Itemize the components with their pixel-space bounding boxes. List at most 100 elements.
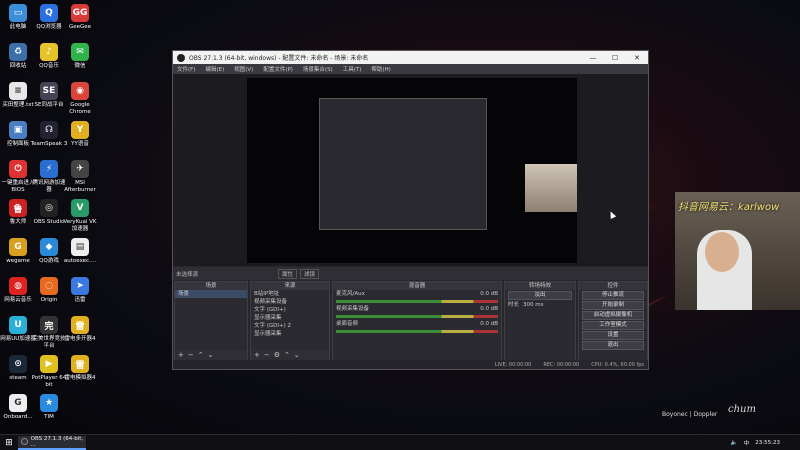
down-icon[interactable]: ⌄ (294, 351, 300, 359)
system-tray: 🔈 中 23:55:23 (731, 439, 800, 447)
desktop-icon[interactable]: ★ TIM (33, 394, 65, 421)
nested-obs-preview (319, 98, 487, 230)
maximize-button[interactable]: ☐ (604, 54, 626, 62)
virtual-camera-button[interactable]: 启动虚拟摄像机 (582, 311, 644, 320)
desktop-icon[interactable]: 完完美世界竞技平台 (32, 316, 66, 350)
obs-window[interactable]: OBS 27.1.3 (64-bit, windows) - 配置文件: 未命名… (172, 50, 649, 370)
up-icon[interactable]: ⌃ (284, 351, 290, 359)
app-icon: ◌ (40, 277, 58, 295)
app-icon: 雷 (71, 355, 89, 373)
properties-button[interactable]: 属性 (278, 268, 298, 279)
desktop-icon[interactable]: ▤ autoexec.... (64, 238, 96, 265)
desktop-icon[interactable]: GG GeeGee (64, 4, 96, 31)
desktop-icon[interactable]: Y YY语音 (64, 121, 96, 148)
menu-scene-collection[interactable]: 场景集合(S) (303, 65, 333, 73)
preview-canvas[interactable] (247, 78, 577, 263)
desktop-icon[interactable]: 雷雷电模拟器4 (64, 355, 96, 382)
desktop-icon[interactable]: ✈ MSI Afterburner (64, 160, 96, 194)
mixer-channel-name: 麦克风/Aux 0.0 dB (336, 291, 498, 297)
app-icon: ✉ (71, 43, 89, 61)
remove-source-icon[interactable]: − (264, 351, 270, 359)
taskbar-obs-item[interactable]: OBS 27.1.3 (64-bit, ... (18, 435, 86, 450)
desktop-icon-label: TIM (44, 414, 54, 420)
remove-scene-icon[interactable]: − (188, 351, 194, 359)
mixer-header: 混音器 (333, 282, 501, 290)
app-icon: ▭ (9, 4, 27, 22)
menu-tools[interactable]: 工具(T) (343, 65, 362, 73)
app-icon: GG (71, 4, 89, 22)
transition-select[interactable]: 淡出 (508, 291, 572, 300)
down-icon[interactable]: ⌄ (208, 351, 214, 359)
app-icon: ⏻ (9, 160, 27, 178)
source-item[interactable]: 文字 (GDI+) 2 (251, 322, 329, 330)
studio-mode-button[interactable]: 工作室模式 (582, 321, 644, 330)
app-icon: ♪ (40, 43, 58, 61)
scenes-header: 场景 (175, 282, 247, 290)
desktop-icon[interactable]: ✉ 微信 (64, 43, 96, 70)
up-icon[interactable]: ⌃ (198, 351, 204, 359)
clock[interactable]: 23:55:23 (755, 440, 780, 446)
settings-button[interactable]: 设置 (582, 331, 644, 340)
app-icon: ☊ (40, 121, 58, 139)
input-language[interactable]: 中 (744, 439, 750, 447)
speaker-icon[interactable]: 🔈 (731, 440, 738, 446)
app-icon: ✈ (71, 160, 89, 178)
obs-titlebar[interactable]: OBS 27.1.3 (64-bit, windows) - 配置文件: 未命名… (173, 51, 648, 64)
app-icon: V (71, 199, 89, 217)
volume-meter[interactable] (336, 330, 498, 333)
app-icon: ➤ (71, 277, 89, 295)
app-icon: ◉ (71, 82, 89, 100)
windows-start-icon[interactable]: ⊞ (0, 435, 18, 450)
transitions-dock: 转场特效 淡出 时长 300 ms (504, 281, 576, 361)
desktop-icon-label: VeryKuai VK加速器 (63, 219, 97, 232)
add-source-icon[interactable]: + (254, 351, 260, 359)
filters-button[interactable]: 滤镜 (300, 268, 320, 279)
close-button[interactable]: ✕ (626, 54, 648, 62)
app-icon: ▣ (9, 121, 27, 139)
stop-streaming-button[interactable]: 停止推流 (582, 291, 644, 300)
duration-input[interactable]: 300 ms (523, 301, 543, 309)
preview-webcam (525, 164, 577, 212)
desktop-icon[interactable]: 雷雷电多开器4 (64, 316, 96, 343)
menu-help[interactable]: 帮助(H) (371, 65, 390, 73)
sources-header: 来源 (251, 282, 329, 290)
app-icon: 雷 (71, 316, 89, 334)
scene-item[interactable]: 场景 (175, 290, 247, 298)
gear-icon[interactable]: ⚙ (274, 351, 280, 359)
taskbar: ⊞ OBS 27.1.3 (64-bit, ... 🔈 中 23:55:23 (0, 434, 800, 450)
app-icon: ▶ (40, 355, 58, 373)
source-item[interactable]: 视频采集设备 (251, 298, 329, 306)
live-status: LIVE: 00:00:00 (494, 361, 532, 368)
preview-area[interactable] (173, 74, 648, 266)
desktop-icon-label: 雷电模拟器4 (64, 375, 96, 381)
app-icon: G (9, 394, 27, 412)
source-item[interactable]: 文字 (GDI+) (251, 306, 329, 314)
desktop-icon[interactable]: ◉ Google Chrome (64, 82, 96, 116)
source-item[interactable]: B站IP地址 (251, 290, 329, 298)
desktop-icon-label: GeeGee (68, 24, 92, 30)
signature-text: Boyonec | Doppler (662, 411, 718, 418)
volume-meter[interactable] (336, 300, 498, 303)
app-icon: ⊙ (9, 355, 27, 373)
add-scene-icon[interactable]: + (178, 351, 184, 359)
app-icon: ◍ (9, 277, 27, 295)
volume-meter[interactable] (336, 315, 498, 318)
exit-button[interactable]: 退出 (582, 341, 644, 350)
start-recording-button[interactable]: 开始录制 (582, 301, 644, 310)
cpu-status: CPU: 0.4%, 60.00 fps (591, 361, 644, 368)
source-item[interactable]: 显示器采集 (251, 314, 329, 322)
menu-profile[interactable]: 配置文件(P) (263, 65, 293, 73)
minimize-button[interactable]: — (582, 54, 604, 62)
status-bar: LIVE: 00:00:00 REC: 00:00:00 CPU: 0.4%, … (173, 360, 648, 369)
app-icon: G (9, 238, 27, 256)
desktop-icon-label: 雷电多开器4 (64, 336, 96, 342)
desktop-icon[interactable]: ▶ PotPlayer 64 bit (32, 355, 66, 389)
app-icon: 鲁 (9, 199, 27, 217)
source-item[interactable]: 显示器采集 (251, 330, 329, 338)
desktop-icon[interactable]: V VeryKuai VK加速器 (63, 199, 97, 233)
menu-file[interactable]: 文件(F) (177, 65, 195, 73)
scenes-dock: 场景 场景 + − ⌃ ⌄ (174, 281, 248, 361)
desktop-icon[interactable]: ➤ 迅雷 (64, 277, 96, 304)
menu-edit[interactable]: 编辑(E) (205, 65, 224, 73)
menu-view[interactable]: 视图(V) (234, 65, 253, 73)
